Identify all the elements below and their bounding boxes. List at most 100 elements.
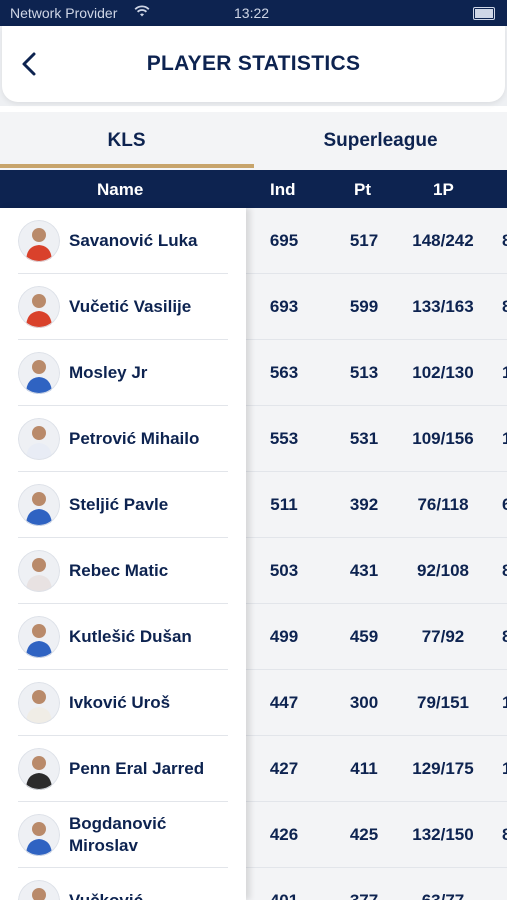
stat-ind: 401 [254, 891, 314, 900]
player-avatar [18, 748, 60, 790]
stat-1p: 133/163 [412, 297, 474, 316]
player-name: Vučković [69, 890, 239, 900]
player-avatar [18, 286, 60, 328]
stat-ind: 553 [269, 429, 299, 448]
column-header-name[interactable]: Name [97, 180, 143, 200]
stat-next-column: 1 [502, 429, 507, 448]
stat-1p: 132/150 [412, 825, 474, 844]
player-row[interactable]: Petrović Mihailo [0, 406, 246, 472]
player-name: Savanović Luka [69, 231, 198, 250]
player-row[interactable]: Steljić Pavle [0, 472, 246, 538]
stat-pt: 599 [349, 297, 379, 316]
stat-ind: 499 [269, 627, 299, 646]
stat-1p: 148/242 [412, 231, 474, 250]
player-row[interactable]: Vučetić Vasilije [0, 274, 246, 340]
column-header-pt[interactable]: Pt [354, 180, 371, 200]
stat-next-column: 8 [502, 627, 507, 646]
stat-1p: 79/151 [417, 693, 469, 712]
stat-ind: 503 [269, 561, 299, 580]
stats-row[interactable]: 693 599 133/163 8 [246, 274, 507, 340]
stat-ind: 563 [269, 363, 299, 382]
stat-next-column: 6 [502, 495, 507, 514]
player-name: Ivković Uroš [69, 693, 171, 712]
player-avatar [18, 682, 60, 724]
stat-1p: 109/156 [412, 429, 474, 448]
stat-next-column: 8 [502, 231, 507, 250]
player-row[interactable]: Penn Eral Jarred [0, 736, 246, 802]
player-name: Petrović Mihailo [69, 429, 200, 448]
carrier-label: Network Provider [10, 5, 118, 21]
stat-1p: 76/118 [417, 495, 469, 514]
stat-1p: 77/92 [421, 627, 465, 646]
stats-row[interactable]: 426 425 132/150 8 [246, 802, 507, 868]
header: PLAYER STATISTICS [2, 26, 505, 102]
stat-ind: 693 [269, 297, 299, 316]
wifi-icon [134, 4, 150, 21]
stat-1p: 63/77 [398, 891, 488, 900]
stats-row[interactable]: 511 392 76/118 6 [246, 472, 507, 538]
stat-next-column: 1 [502, 759, 507, 778]
player-row[interactable]: Savanović Luka [0, 208, 246, 274]
stat-1p: 129/175 [412, 759, 474, 778]
stat-next-column: 8 [502, 297, 507, 316]
player-row[interactable]: Rebec Matic [0, 538, 246, 604]
player-name: Mosley Jr [69, 363, 148, 382]
stats-row[interactable]: 553 531 109/156 1 [246, 406, 507, 472]
stats-row[interactable]: 427 411 129/175 1 [246, 736, 507, 802]
stat-pt: 425 [349, 825, 379, 844]
stat-pt: 517 [349, 231, 379, 250]
stat-pt: 300 [349, 693, 379, 712]
player-name: Penn Eral Jarred [69, 759, 205, 778]
player-name: Rebec Matic [69, 561, 169, 580]
stat-pt: 431 [349, 561, 379, 580]
stat-ind: 447 [269, 693, 299, 712]
stat-ind: 511 [270, 495, 298, 514]
battery-icon [473, 7, 495, 20]
stat-ind: 426 [269, 825, 299, 844]
stat-next-column: 1 [502, 363, 507, 382]
stats-row[interactable]: 447 300 79/151 1 [246, 670, 507, 736]
stat-next-column: 8 [502, 825, 507, 844]
player-name: Bogdanović Miroslav [69, 814, 167, 855]
status-bar: Network Provider 13:22 [0, 0, 507, 26]
column-header-1p[interactable]: 1P [433, 180, 454, 200]
stat-pt: 459 [349, 627, 379, 646]
tab-superleague[interactable]: Superleague [254, 112, 507, 170]
player-avatar [18, 418, 60, 460]
stat-next-column: 1 [502, 693, 507, 712]
player-name-column: Savanović Luka Vučetić Vasilije Mosley Jr P… [0, 208, 246, 900]
stat-1p: 92/108 [417, 561, 469, 580]
stats-row[interactable]: 503 431 92/108 8 [246, 538, 507, 604]
table-header: Name Ind Pt 1P [0, 170, 507, 208]
player-row[interactable]: Kutlešić Dušan [0, 604, 246, 670]
page-title: PLAYER STATISTICS [146, 52, 361, 75]
player-avatar [18, 814, 60, 856]
stats-row[interactable]: 563 513 102/130 1 [246, 340, 507, 406]
stat-1p: 102/130 [412, 363, 474, 382]
player-avatar [18, 484, 60, 526]
stats-row[interactable]: 401 377 63/77 [246, 868, 507, 900]
player-row[interactable]: Ivković Uroš [0, 670, 246, 736]
active-tab-indicator [0, 164, 254, 168]
stat-ind: 427 [269, 759, 299, 778]
player-name: Steljić Pavle [69, 495, 169, 514]
player-row[interactable]: Vučković [0, 868, 246, 900]
tab-kls[interactable]: KLS [0, 112, 253, 170]
stats-row[interactable]: 695 517 148/242 8 [246, 208, 507, 274]
stats-row[interactable]: 499 459 77/92 8 [246, 604, 507, 670]
player-avatar [18, 616, 60, 658]
column-header-ind[interactable]: Ind [270, 180, 296, 200]
player-name: Vučetić Vasilije [69, 297, 192, 316]
clock: 13:22 [234, 5, 270, 21]
tab-bar: KLS Superleague [0, 112, 507, 170]
stat-pt: 377 [334, 891, 394, 900]
stat-pt: 392 [349, 495, 379, 514]
player-avatar [18, 550, 60, 592]
stat-pt: 513 [349, 363, 379, 382]
player-row[interactable]: Mosley Jr [0, 340, 246, 406]
player-stats-column[interactable]: 695 517 148/242 8 693 599 133/163 8 563 513 102/13… [246, 208, 507, 900]
stat-ind: 695 [269, 231, 299, 250]
player-avatar [18, 352, 60, 394]
stat-next-column: 8 [502, 561, 507, 580]
player-row[interactable]: Bogdanović Miroslav [0, 802, 246, 868]
